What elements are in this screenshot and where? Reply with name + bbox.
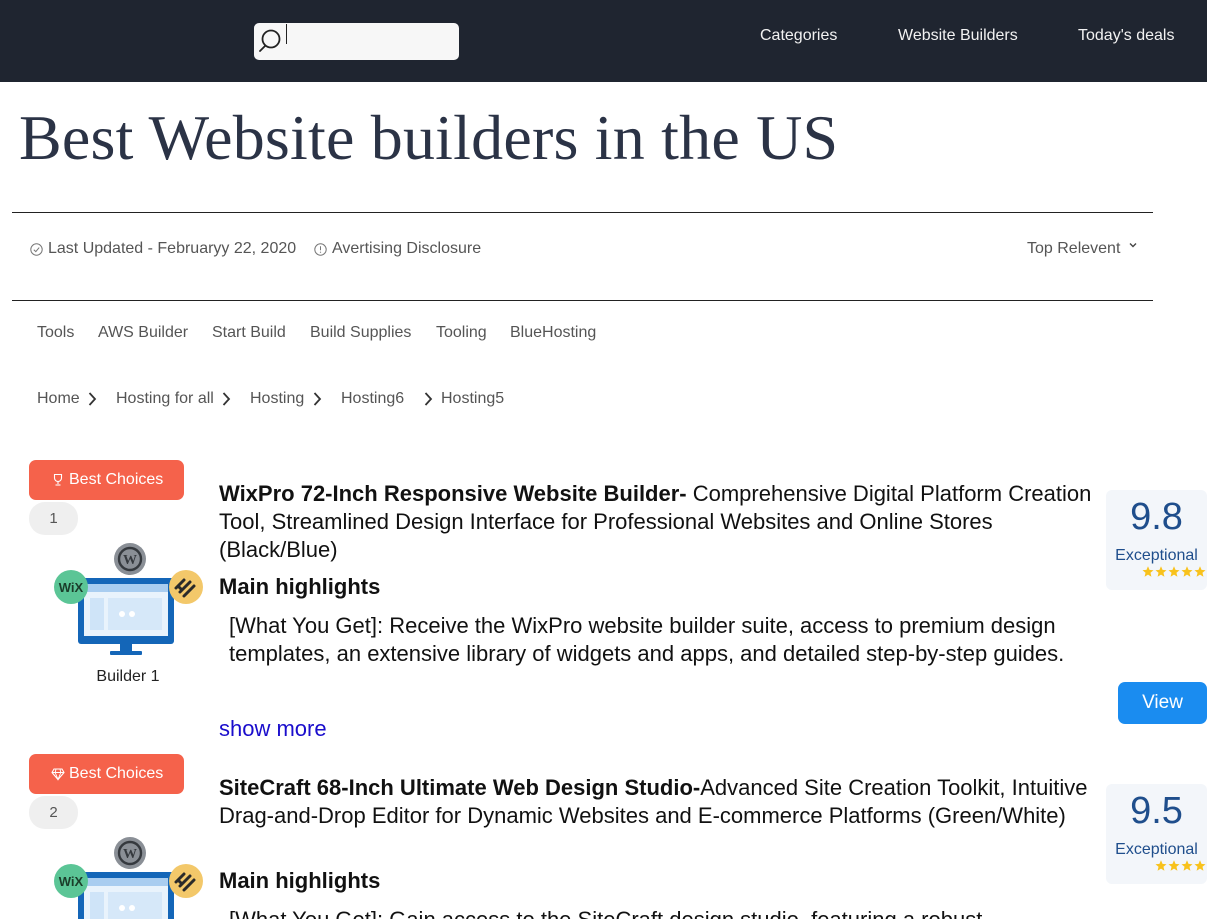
text-caret (286, 24, 287, 44)
squarespace-logo (169, 570, 203, 604)
star-icon (1181, 566, 1193, 577)
product-title[interactable]: SiteCraft 68-Inch Ultimate Web Design St… (219, 774, 1099, 830)
trophy-icon (53, 473, 63, 486)
category-link-bluehosting[interactable]: BlueHosting (510, 324, 596, 342)
star-icon (1142, 566, 1154, 577)
advertising-disclosure-text: Avertising Disclosure (332, 240, 482, 257)
product-title[interactable]: WixPro 72-Inch Responsive Website Builde… (219, 480, 1099, 564)
rank-number: 1 (29, 502, 78, 535)
wix-logo: WiX (54, 570, 88, 604)
highlights-heading: Main highlights (219, 868, 381, 893)
monitor-icon (78, 578, 174, 655)
product-image-caption: Builder 1 (96, 668, 160, 685)
score-label: Exceptional (1115, 547, 1198, 564)
wordpress-logo: W (114, 837, 146, 869)
category-link-tooling[interactable]: Tooling (436, 324, 487, 342)
star-icon (1155, 566, 1167, 577)
score-value: 9.8 (1130, 496, 1183, 538)
svg-text:WiX: WiX (59, 580, 84, 595)
star-icon (1181, 860, 1193, 871)
product-name: SiteCraft 68-Inch Ultimate Web Design St… (219, 775, 701, 800)
breadcrumb-item[interactable]: Home (37, 390, 80, 408)
top-navbar: Categories Website Builders Today's deal… (0, 0, 1207, 82)
chevron-right-icon (88, 392, 97, 406)
nav-link-todays-deals[interactable]: Today's deals (1078, 27, 1174, 45)
wix-logo: WiX (54, 864, 88, 898)
star-icon (1168, 860, 1180, 871)
star-icon (1194, 860, 1206, 871)
category-link-build-supplies[interactable]: Build Supplies (310, 324, 411, 342)
breadcrumb-item[interactable]: Hosting for all (116, 390, 214, 408)
score-value: 9.5 (1130, 790, 1183, 832)
view-button[interactable]: View (1118, 682, 1207, 724)
svg-text:W: W (123, 553, 137, 568)
highlights-heading: Main highlights (219, 574, 381, 599)
monitor-icon (78, 872, 174, 919)
search-box[interactable] (254, 23, 459, 60)
score-box: 9.5 Exceptional (1106, 784, 1207, 884)
chevron-right-icon (222, 392, 231, 406)
product-name: WixPro 72-Inch Responsive Website Builde… (219, 481, 687, 506)
star-icon (1155, 860, 1167, 871)
squarespace-logo (169, 864, 203, 898)
sort-dropdown[interactable]: Top Relevent (1027, 240, 1138, 258)
search-input[interactable] (290, 27, 450, 56)
breadcrumb-item[interactable]: Hosting5 (441, 390, 504, 408)
chevron-right-icon (313, 392, 322, 406)
breadcrumb-item[interactable]: Hosting (250, 390, 304, 408)
svg-text:WiX: WiX (59, 874, 84, 889)
info-circle-icon (314, 242, 327, 256)
svg-text:W: W (123, 847, 137, 862)
star-icon (1168, 566, 1180, 577)
chevron-right-icon (424, 392, 433, 406)
highlight-text: [What You Get]: Receive the WixPro websi… (229, 613, 1065, 666)
breadcrumb-item[interactable]: Hosting6 (341, 390, 404, 408)
divider-top (12, 212, 1153, 213)
diamond-icon (51, 768, 65, 781)
star-icon (1194, 566, 1206, 577)
show-more-link[interactable]: show more (219, 716, 327, 742)
wordpress-logo: W (114, 543, 146, 575)
nav-link-categories[interactable]: Categories (760, 27, 837, 45)
star-rating (1155, 860, 1206, 871)
best-choice-badge: Best Choices (29, 460, 184, 500)
rank-number: 2 (29, 796, 78, 829)
chevron-down-icon (1129, 243, 1137, 248)
highlight-text: [What You Get]: Gain access to the SiteC… (229, 906, 1099, 919)
category-link-tools[interactable]: Tools (37, 324, 74, 342)
category-link-start-build[interactable]: Start Build (212, 324, 286, 342)
check-circle-icon (30, 242, 43, 256)
search-icon (259, 29, 281, 52)
score-label: Exceptional (1115, 841, 1198, 858)
last-updated-text: Last Updated - Februaryy 22, 2020 (48, 240, 297, 257)
product-image[interactable]: W WiX (52, 540, 204, 665)
product-image[interactable]: W WiX (52, 834, 204, 919)
score-box: 9.8 Exceptional (1106, 490, 1207, 590)
category-link-aws-builder[interactable]: AWS Builder (98, 324, 188, 342)
badge-label: Best Choices (69, 471, 164, 488)
badge-label: Best Choices (69, 765, 164, 782)
divider-bottom (12, 300, 1153, 301)
advertising-disclosure[interactable]: Avertising Disclosure (314, 240, 481, 258)
nav-link-website-builders[interactable]: Website Builders (898, 27, 1018, 45)
last-updated: Last Updated - Februaryy 22, 2020 (30, 240, 296, 258)
star-rating (1142, 566, 1206, 577)
page-title: Best Website builders in the US (19, 102, 839, 173)
best-choice-badge: Best Choices (29, 754, 184, 794)
sort-dropdown-value: Top Relevent (1027, 240, 1121, 257)
